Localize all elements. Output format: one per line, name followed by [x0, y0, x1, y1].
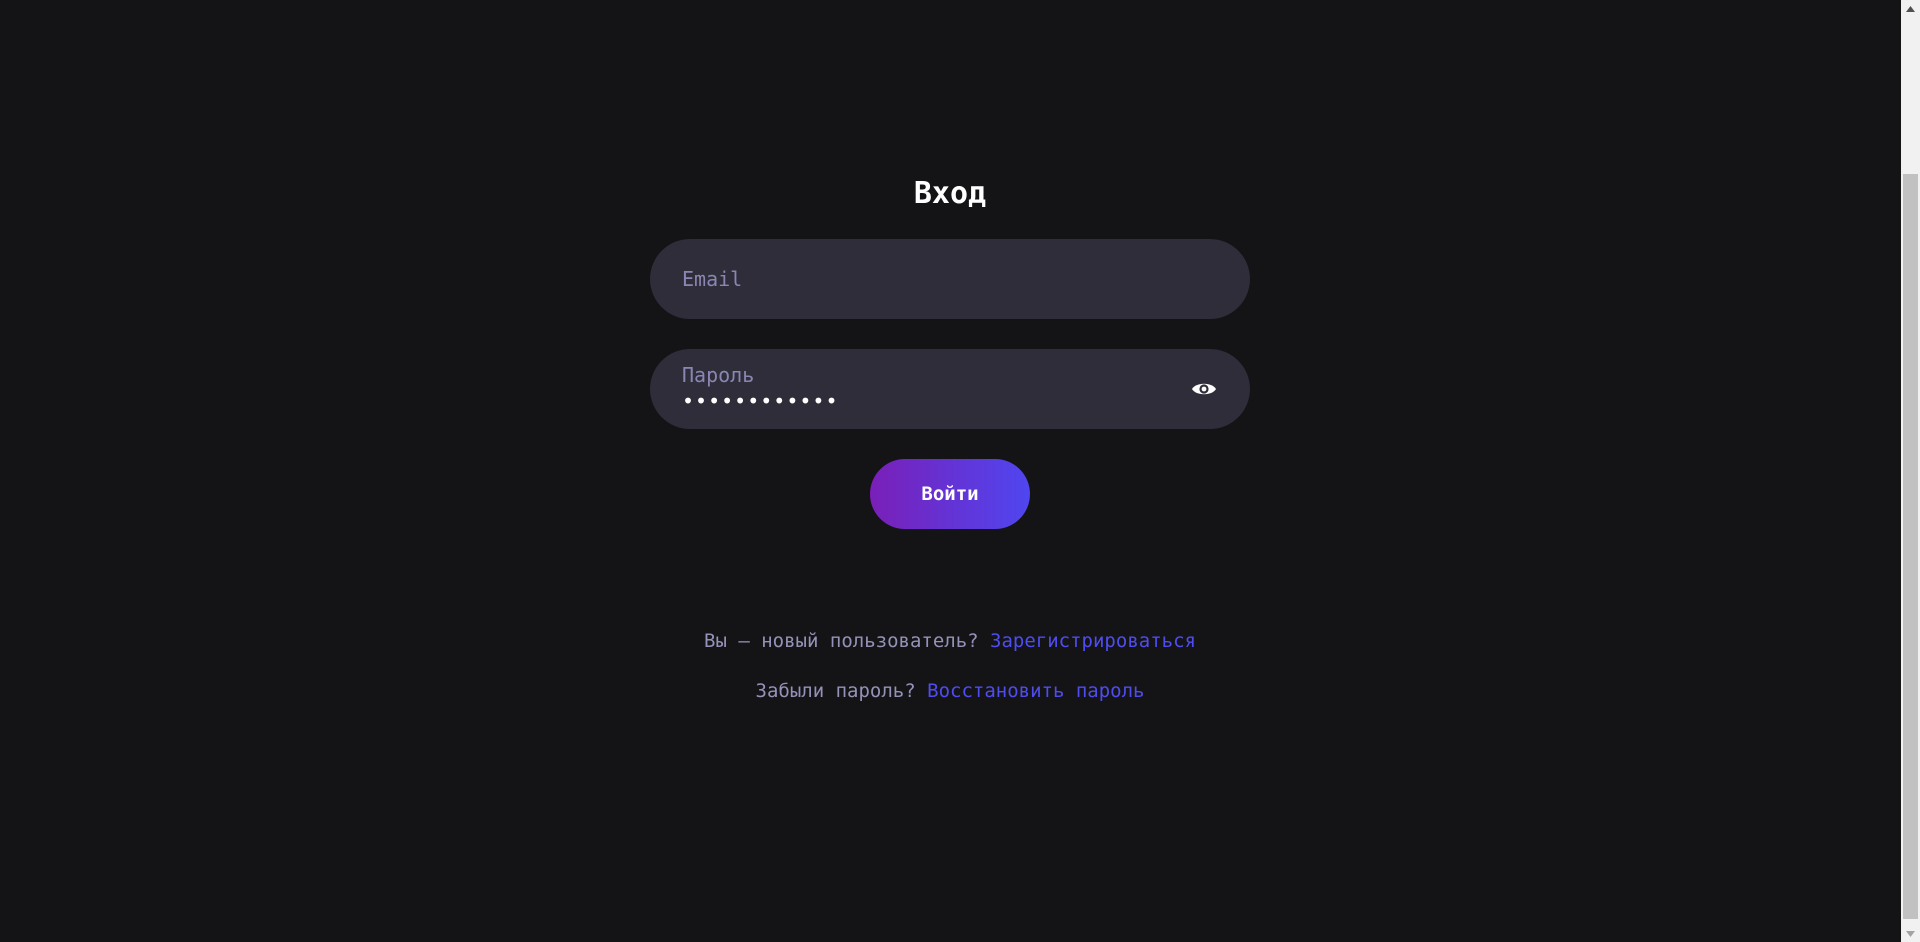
login-form: Вход Пароль •••••••••••• Войти Вы — новы…: [650, 170, 1250, 703]
email-field[interactable]: [682, 239, 1218, 319]
register-line: Вы — новый пользователь? Зарегистрироват…: [650, 629, 1250, 653]
scrollbar-thumb[interactable]: [1903, 174, 1918, 919]
password-field[interactable]: Пароль ••••••••••••: [650, 349, 1250, 429]
password-label: Пароль: [682, 363, 755, 387]
scroll-down-icon[interactable]: [1901, 925, 1920, 942]
page: Вход Пароль •••••••••••• Войти Вы — новы…: [0, 0, 1920, 942]
login-button[interactable]: Войти: [870, 459, 1030, 529]
password-value[interactable]: ••••••••••••: [682, 389, 839, 413]
register-link[interactable]: Зарегистрироваться: [990, 630, 1196, 652]
submit-wrapper: Войти: [650, 459, 1250, 529]
auth-links: Вы — новый пользователь? Зарегистрироват…: [650, 629, 1250, 703]
scroll-up-icon[interactable]: [1901, 0, 1920, 17]
register-prompt: Вы — новый пользователь?: [704, 630, 979, 652]
forgot-line: Забыли пароль? Восстановить пароль: [650, 679, 1250, 703]
email-field-wrapper: [650, 239, 1250, 319]
page-title: Вход: [913, 176, 987, 211]
forgot-prompt: Забыли пароль?: [755, 680, 916, 702]
eye-icon[interactable]: [1190, 375, 1218, 403]
forgot-password-link[interactable]: Восстановить пароль: [927, 680, 1144, 702]
scrollbar[interactable]: [1901, 0, 1920, 942]
